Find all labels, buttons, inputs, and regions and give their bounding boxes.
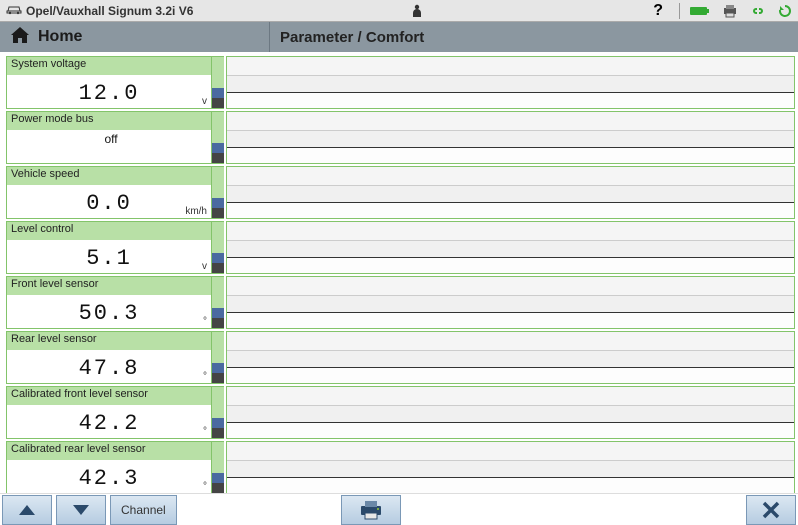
parameter-unit: ° xyxy=(203,371,207,382)
person-icon[interactable] xyxy=(411,4,423,18)
section-title: Parameter / Comfort xyxy=(270,22,798,52)
parameter-value: 50.3 xyxy=(79,301,140,328)
link-icon[interactable] xyxy=(750,5,766,17)
parameter-label: Vehicle speed xyxy=(7,167,211,185)
home-button[interactable]: Home xyxy=(0,22,270,52)
parameter-unit: v xyxy=(202,96,207,107)
parameter-label: Front level sensor xyxy=(7,277,211,295)
print-icon[interactable] xyxy=(722,4,738,18)
parameter-chart[interactable] xyxy=(226,276,795,329)
parameter-row: Rear level sensor 47.8 ° xyxy=(6,331,795,384)
parameter-row: Calibrated front level sensor 42.2 ° xyxy=(6,386,795,439)
channel-label: Channel xyxy=(121,503,166,517)
parameter-chart[interactable] xyxy=(226,166,795,219)
car-icon xyxy=(6,3,22,18)
parameter-label: Power mode bus xyxy=(7,112,211,130)
parameter-row: Front level sensor 50.3 ° xyxy=(6,276,795,329)
parameter-row: Power mode busoff xyxy=(6,111,795,164)
battery-icon xyxy=(690,6,710,16)
scroll-down-button[interactable] xyxy=(56,495,106,525)
parameter-label: Calibrated rear level sensor xyxy=(7,442,211,460)
parameter-value: 5.1 xyxy=(86,246,132,273)
parameter-list: System voltage12.0vPower mode busoffVehi… xyxy=(0,52,798,493)
color-strip[interactable] xyxy=(212,276,224,329)
parameter-box[interactable]: Level control 5.1 v xyxy=(6,221,212,274)
parameter-value: 42.3 xyxy=(79,466,140,493)
parameter-unit: ° xyxy=(203,481,207,492)
parameter-row: System voltage 12.0 v xyxy=(6,56,795,109)
scroll-up-button[interactable] xyxy=(2,495,52,525)
parameter-value: 12.0 xyxy=(79,81,140,108)
color-strip[interactable] xyxy=(212,111,224,164)
parameter-box[interactable]: Rear level sensor 47.8 ° xyxy=(6,331,212,384)
parameter-box[interactable]: System voltage 12.0 v xyxy=(6,56,212,109)
parameter-chart[interactable] xyxy=(226,331,795,384)
parameter-label: Level control xyxy=(7,222,211,240)
color-strip[interactable] xyxy=(212,441,224,493)
parameter-label: System voltage xyxy=(7,57,211,75)
channel-button[interactable]: Channel xyxy=(110,495,177,525)
parameter-box[interactable]: Vehicle speed 0.0 km/h xyxy=(6,166,212,219)
bottom-toolbar: Channel xyxy=(0,493,798,525)
parameter-chart[interactable] xyxy=(226,441,795,493)
parameter-row: Level control 5.1 v xyxy=(6,221,795,274)
parameter-chart[interactable] xyxy=(226,221,795,274)
parameter-box[interactable]: Calibrated front level sensor 42.2 ° xyxy=(6,386,212,439)
vehicle-title: Opel/Vauxhall Signum 3.2i V6 xyxy=(26,4,193,18)
parameter-chart[interactable] xyxy=(226,56,795,109)
parameter-unit: km/h xyxy=(185,206,207,217)
parameter-row: Vehicle speed 0.0 km/h xyxy=(6,166,795,219)
parameter-value: off xyxy=(100,130,117,146)
titlebar: Opel/Vauxhall Signum 3.2i V6 ? xyxy=(0,0,798,22)
color-strip[interactable] xyxy=(212,386,224,439)
parameter-chart[interactable] xyxy=(226,111,795,164)
parameter-box[interactable]: Calibrated rear level sensor 42.3 ° xyxy=(6,441,212,493)
parameter-box[interactable]: Power mode busoff xyxy=(6,111,212,164)
help-icon[interactable]: ? xyxy=(653,2,663,20)
parameter-row: Calibrated rear level sensor 42.3 ° xyxy=(6,441,795,493)
print-button[interactable] xyxy=(341,495,401,525)
parameter-value: 42.2 xyxy=(79,411,140,438)
color-strip[interactable] xyxy=(212,166,224,219)
close-button[interactable] xyxy=(746,495,796,525)
color-strip[interactable] xyxy=(212,56,224,109)
parameter-value: 47.8 xyxy=(79,356,140,383)
divider xyxy=(679,3,680,19)
parameter-label: Calibrated front level sensor xyxy=(7,387,211,405)
parameter-value: 0.0 xyxy=(86,191,132,218)
parameter-unit: ° xyxy=(203,426,207,437)
refresh-icon[interactable] xyxy=(778,4,792,18)
header: Home Parameter / Comfort xyxy=(0,22,798,52)
color-strip[interactable] xyxy=(212,221,224,274)
parameter-chart[interactable] xyxy=(226,386,795,439)
parameter-box[interactable]: Front level sensor 50.3 ° xyxy=(6,276,212,329)
home-icon xyxy=(10,26,30,49)
parameter-label: Rear level sensor xyxy=(7,332,211,350)
parameter-unit: ° xyxy=(203,316,207,327)
color-strip[interactable] xyxy=(212,331,224,384)
parameter-unit: v xyxy=(202,261,207,272)
home-label: Home xyxy=(38,28,82,46)
